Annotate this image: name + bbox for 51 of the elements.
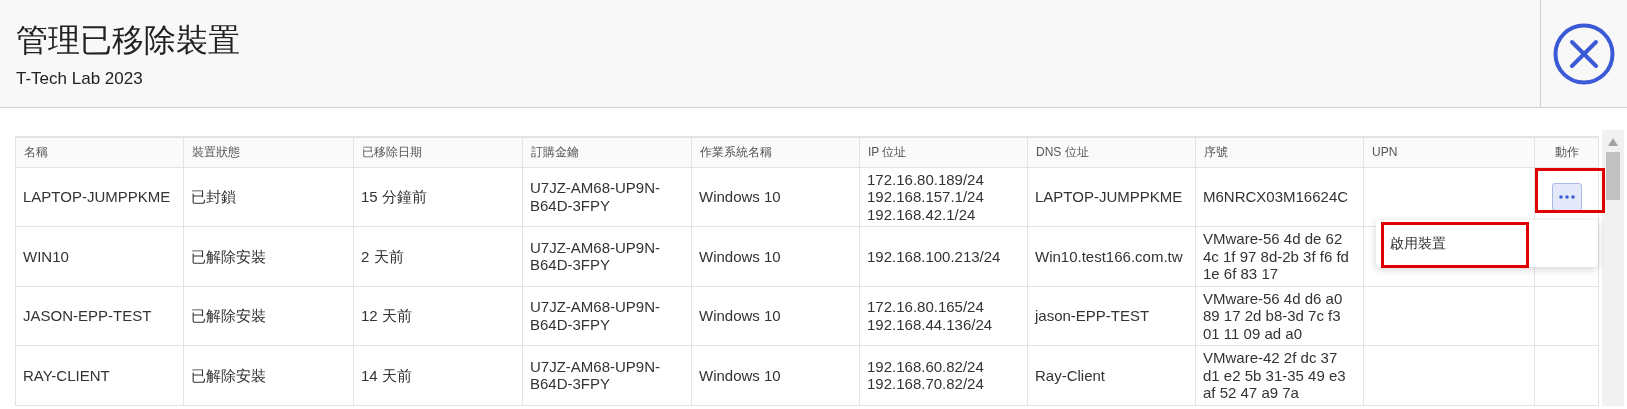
table-cell: 已解除安裝 (191, 307, 266, 324)
table-cell: Windows 10 (699, 247, 781, 265)
column-header: 動作 (1554, 145, 1579, 160)
column-header: 裝置狀態 (192, 145, 240, 160)
table-cell: U7JZ-AM68-UP9N-B64D-3FPY (530, 238, 661, 274)
page-subtitle: T-Tech Lab 2023 (16, 68, 144, 91)
table-cell: WIN10 (23, 247, 69, 265)
table-cell: 2 天前 (361, 247, 404, 265)
table-cell: RAY-CLIENT (23, 366, 110, 384)
more-icon (1558, 194, 1575, 199)
highlight-box (1535, 167, 1605, 213)
table-cell: 已封鎖 (191, 188, 236, 205)
table-cell: Win10.test166.com.tw (1035, 247, 1183, 265)
table-cell: Windows 10 (699, 307, 781, 324)
column-header: 已移除日期 (362, 145, 422, 160)
column-header: 作業系統名稱 (700, 145, 772, 160)
table-cell: VMware-56 4d d6 a0 89 17 2d b8-3d 7c f3 01 11 09 ad a0 (1203, 289, 1343, 342)
menu-item[interactable]: 啟用裝置 (1376, 224, 1598, 262)
table-cell: Windows 10 (699, 188, 781, 205)
column-header: IP 位址 (868, 145, 907, 160)
table-cell: 15 分鐘前 (361, 188, 427, 205)
table-cell: 14 天前 (361, 366, 412, 384)
column-header: 名稱 (24, 145, 48, 160)
table-cell: 192.168.100.213/24 (867, 247, 1001, 265)
column-header: UPN (1372, 145, 1398, 160)
table-cell: VMware-56 4d de 62 4c 1f 97 8d-2b 3f f6 fd 1e 6f 83 17 (1203, 230, 1349, 282)
table-cell: 已解除安裝 (191, 366, 266, 384)
table-cell: 192.168.60.82/24 192.168.70.82/24 (867, 357, 984, 393)
table-cell: 已解除安裝 (191, 247, 266, 265)
table-cell: 12 天前 (361, 307, 412, 324)
table-cell: 172.16.80.165/24 192.168.44.136/24 (867, 298, 993, 333)
close-icon[interactable] (1553, 22, 1615, 85)
table-cell: LAPTOP-JUMPPKME (1035, 188, 1183, 205)
column-header: 序號 (1204, 145, 1228, 160)
page-title: 管理已移除裝置 (16, 23, 241, 59)
scroll-thumb[interactable] (1606, 152, 1620, 200)
column-header: 訂購金鑰 (531, 145, 579, 160)
table-cell: 172.16.80.189/24 192.168.157.1/24 192.168.42.1/24 (867, 170, 984, 223)
table-cell: M6NRCX03M16624C (1203, 188, 1349, 205)
table-cell: VMware-42 2f dc 37 d1 e2 5b 31-35 49 e3 af 52 47 a9 7a (1203, 349, 1346, 401)
table-cell: U7JZ-AM68-UP9N-B64D-3FPY (530, 357, 661, 393)
scrollbar[interactable] (1602, 130, 1624, 406)
table-cell: LAPTOP-JUMPPKME (23, 188, 171, 205)
table-cell: U7JZ-AM68-UP9N-B64D-3FPY (530, 179, 661, 214)
more-button[interactable] (1551, 182, 1582, 211)
table-cell: Ray-Client (1035, 366, 1106, 384)
table-cell: jason-EPP-TEST (1035, 307, 1150, 324)
table-cell: U7JZ-AM68-UP9N-B64D-3FPY (530, 298, 661, 333)
table-cell: Windows 10 (699, 366, 781, 384)
column-header: DNS 位址 (1036, 145, 1089, 160)
table-cell: JASON-EPP-TEST (23, 307, 152, 324)
